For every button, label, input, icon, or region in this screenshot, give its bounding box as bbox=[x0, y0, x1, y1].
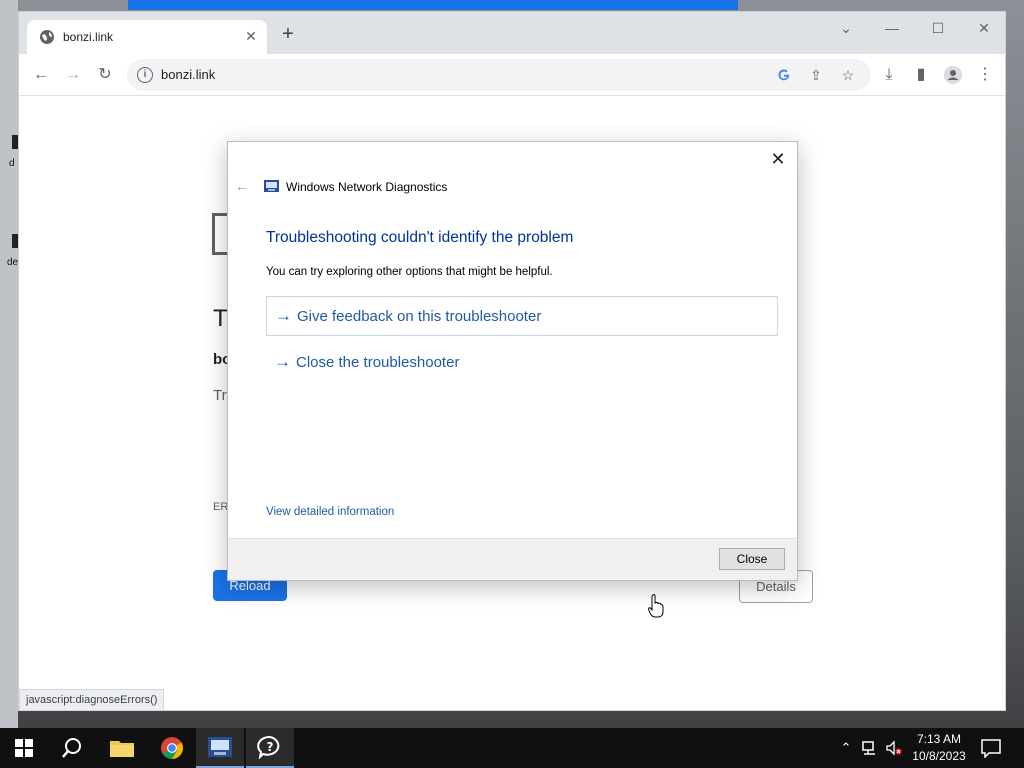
desktop-icon-label: de bbox=[7, 257, 19, 268]
dialog-footer: Close bbox=[228, 538, 797, 580]
taskbar-search-button[interactable] bbox=[48, 728, 96, 768]
site-info-icon[interactable]: i bbox=[137, 67, 153, 83]
show-hidden-icons-chevron-icon[interactable]: ⌃ bbox=[838, 740, 854, 756]
arrow-right-icon: → bbox=[275, 306, 292, 325]
dialog-heading: Troubleshooting couldn't identify the pr… bbox=[266, 229, 574, 246]
reload-icon[interactable]: ↻ bbox=[95, 65, 115, 85]
download-icon[interactable]: ⤓ bbox=[879, 65, 899, 85]
taskbar-network-diagnostics[interactable] bbox=[196, 728, 244, 768]
google-lens-icon[interactable] bbox=[775, 66, 793, 84]
taskbar-file-explorer[interactable] bbox=[98, 728, 146, 768]
tab-title: bonzi.link bbox=[63, 30, 114, 44]
arrow-right-icon: → bbox=[274, 352, 291, 371]
bookmark-star-icon[interactable]: ☆ bbox=[839, 66, 857, 84]
tab-strip: bonzi.link ✕ + ⌄ — ☐ ✕ bbox=[19, 12, 1005, 54]
back-arrow-icon[interactable]: ← bbox=[31, 65, 51, 85]
back-arrow-icon[interactable]: ← bbox=[235, 178, 251, 194]
background-window-edge bbox=[128, 0, 738, 10]
help-chat-icon: ? bbox=[257, 735, 280, 759]
minimize-icon[interactable]: — bbox=[882, 18, 902, 38]
svg-text:?: ? bbox=[267, 740, 274, 754]
tab-bonzi-link[interactable]: bonzi.link ✕ bbox=[27, 20, 267, 54]
new-tab-button[interactable]: + bbox=[279, 24, 297, 44]
give-feedback-option[interactable]: → Give feedback on this troubleshooter bbox=[266, 296, 778, 336]
volume-muted-icon[interactable] bbox=[886, 740, 902, 756]
globe-icon bbox=[40, 30, 54, 44]
dialog-subtext: You can try exploring other options that… bbox=[266, 266, 553, 278]
forward-arrow-icon[interactable]: → bbox=[63, 65, 83, 85]
share-icon[interactable]: ⇪ bbox=[807, 66, 825, 84]
network-diagnostics-icon bbox=[264, 180, 279, 192]
network-icon[interactable] bbox=[862, 740, 878, 756]
dialog-title: Windows Network Diagnostics bbox=[286, 180, 448, 194]
tab-search-icon[interactable]: ⌄ bbox=[836, 18, 856, 38]
view-detailed-information-link[interactable]: View detailed information bbox=[266, 506, 394, 518]
folder-icon bbox=[110, 741, 134, 757]
taskbar-chrome[interactable] bbox=[148, 728, 196, 768]
tab-close-icon[interactable]: ✕ bbox=[243, 28, 259, 44]
search-icon bbox=[62, 738, 81, 758]
address-bar[interactable]: i bonzi.link ⇪ ☆ bbox=[127, 59, 871, 91]
browser-toolbar: ← → ↻ i bonzi.link ⇪ ☆ ⤓ ▮ ⋮ bbox=[19, 54, 1005, 96]
status-bar: javascript:diagnoseErrors() bbox=[19, 689, 165, 711]
close-button[interactable]: Close bbox=[719, 548, 785, 570]
taskbar: ? ⌃ 7:13 AM 10/8/2023 bbox=[0, 728, 1024, 768]
give-feedback-label: Give feedback on this troubleshooter bbox=[297, 308, 542, 325]
side-panel-icon[interactable]: ▮ bbox=[911, 65, 931, 85]
clock-time: 7:13 AM bbox=[916, 732, 962, 746]
hand-cursor-icon bbox=[648, 594, 664, 618]
network-diagnostics-dialog: ✕ ← Windows Network Diagnostics Troubles… bbox=[227, 141, 798, 581]
system-clock[interactable]: 7:13 AM 10/8/2023 bbox=[908, 731, 970, 765]
window-close-icon[interactable]: ✕ bbox=[974, 18, 994, 38]
menu-kebab-icon[interactable]: ⋮ bbox=[975, 65, 995, 85]
url-text[interactable]: bonzi.link bbox=[161, 67, 215, 82]
clock-date: 10/8/2023 bbox=[912, 749, 966, 763]
windows-logo-icon bbox=[15, 739, 33, 757]
network-diagnostics-icon bbox=[208, 737, 232, 757]
taskbar-get-help[interactable]: ? bbox=[246, 728, 294, 768]
chrome-icon bbox=[161, 737, 183, 759]
desktop-background bbox=[0, 0, 18, 728]
start-button[interactable] bbox=[0, 728, 48, 768]
error-headline: T bbox=[213, 305, 228, 332]
close-troubleshooter-label: Close the troubleshooter bbox=[296, 354, 460, 371]
notification-center-icon[interactable] bbox=[980, 738, 1002, 758]
desktop-icon-label: d bbox=[9, 158, 15, 169]
maximize-icon[interactable]: ☐ bbox=[928, 18, 948, 38]
dialog-close-icon[interactable]: ✕ bbox=[767, 148, 789, 170]
profile-avatar-icon[interactable] bbox=[943, 65, 963, 85]
close-troubleshooter-option[interactable]: → Close the troubleshooter bbox=[266, 342, 778, 382]
